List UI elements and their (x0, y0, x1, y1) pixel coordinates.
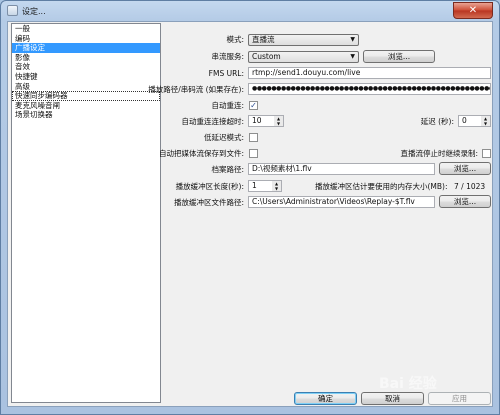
broadcast-settings-panel: 模式: 直播流 ▼ 串流服务: Custom ▼ 浏览... FMS URL: … (148, 23, 492, 383)
fms-url-input[interactable]: rtmp://send1.douyu.com/live (248, 67, 491, 79)
keep-recording-checkbox[interactable] (482, 149, 491, 158)
watermark-logo: Bai 经验 (379, 376, 437, 392)
delay-value: 0 (462, 116, 467, 125)
file-path-browse-button[interactable]: 浏览... (439, 162, 491, 175)
mode-label: 模式: (226, 35, 244, 44)
apply-button[interactable]: 应用 (428, 392, 491, 405)
sidebar-item[interactable]: 高级 (12, 82, 160, 92)
spin-down-icon[interactable]: ▼ (274, 121, 283, 126)
close-button[interactable]: ✕ (453, 2, 493, 19)
fms-url-label: FMS URL: (208, 69, 244, 78)
title-bar: 设定... ✕ (1, 1, 499, 21)
dialog-body: 一般 编码 广播设定 影像 音效 快捷键 高级 快速同步编码器 麦克风噪音闸 场景切换器 模式: … (7, 21, 493, 407)
auto-save-label: 自动把媒体流保存到文件: (158, 149, 244, 158)
keep-recording-label: 直播流停止时继续录制: (400, 149, 478, 158)
auto-save-checkbox[interactable] (249, 149, 258, 158)
buffer-path-browse-button[interactable]: 浏览... (439, 195, 491, 208)
chevron-down-icon: ▼ (350, 53, 355, 60)
auto-reconnect-label: 自动重连: (211, 101, 244, 110)
service-value: Custom (252, 52, 281, 61)
stream-key-label: 播放路径/串码流 (如果存在): (148, 85, 244, 94)
file-path-label: 档案路径: (211, 165, 244, 174)
low-latency-label: 低延迟模式: (203, 133, 244, 142)
file-path-input[interactable]: D:\视频素材\1.flv (248, 163, 435, 175)
stream-key-input[interactable]: ●●●●●●●●●●●●●●●●●●●●●●●●●●●●●●●●●●●●●●●●… (248, 83, 491, 95)
sidebar-item[interactable]: 广播设定 (12, 43, 160, 53)
sidebar-item[interactable]: 麦克风噪音闸 (12, 101, 160, 111)
service-select[interactable]: Custom ▼ (248, 51, 359, 63)
buffer-memory-label: 播放缓冲区估计要使用的内存大小(MB): (315, 182, 448, 191)
buffer-memory-value: 7 / 1023 (454, 182, 486, 191)
auto-reconnect-checkbox[interactable]: ✓ (249, 101, 258, 110)
sidebar-item[interactable]: 场景切换器 (12, 110, 160, 120)
buffer-length-label: 播放缓冲区长度(秒): (175, 182, 244, 191)
reconnect-timeout-spinbox[interactable]: 10 ▲ ▼ (248, 115, 284, 127)
settings-window: 设定... ✕ 一般 编码 广播设定 影像 音效 快捷键 高级 快速同步编码器 麦克风噪音闸 场景… (0, 0, 500, 415)
spin-down-icon[interactable]: ▼ (272, 186, 281, 191)
buffer-length-value: 1 (252, 181, 257, 190)
service-label: 串流服务: (211, 52, 244, 61)
ok-button[interactable]: 确定 (294, 392, 357, 405)
reconnect-timeout-value: 10 (252, 116, 262, 125)
buffer-path-label: 播放缓冲区文件路径: (173, 198, 244, 207)
low-latency-checkbox[interactable] (249, 133, 258, 142)
sidebar-item[interactable]: 快捷键 (12, 72, 160, 82)
sidebar-item[interactable]: 快速同步编码器 (12, 91, 160, 101)
spin-down-icon[interactable]: ▼ (481, 121, 490, 126)
settings-category-list[interactable]: 一般 编码 广播设定 影像 音效 快捷键 高级 快速同步编码器 麦克风噪音闸 场景切换器 (11, 23, 161, 403)
reconnect-timeout-label: 自动重连连接超时: (181, 117, 244, 126)
chevron-down-icon: ▼ (350, 36, 355, 43)
delay-spinbox[interactable]: 0 ▲ ▼ (458, 115, 491, 127)
sidebar-item[interactable]: 音效 (12, 62, 160, 72)
service-browse-button[interactable]: 浏览... (363, 50, 435, 63)
buffer-length-spinbox[interactable]: 1 ▲ ▼ (248, 180, 282, 192)
sidebar-item[interactable]: 影像 (12, 53, 160, 63)
cancel-button[interactable]: 取消 (361, 392, 424, 405)
mode-select[interactable]: 直播流 ▼ (248, 34, 359, 46)
mode-value: 直播流 (252, 35, 275, 44)
sidebar-item[interactable]: 一般 (12, 24, 160, 34)
delay-label: 延迟 (秒): (420, 117, 454, 126)
window-icon (7, 5, 18, 16)
window-title: 设定... (22, 7, 46, 16)
buffer-path-input[interactable]: C:\Users\Administrator\Videos\Replay-$T.… (248, 196, 435, 208)
sidebar-item[interactable]: 编码 (12, 34, 160, 44)
